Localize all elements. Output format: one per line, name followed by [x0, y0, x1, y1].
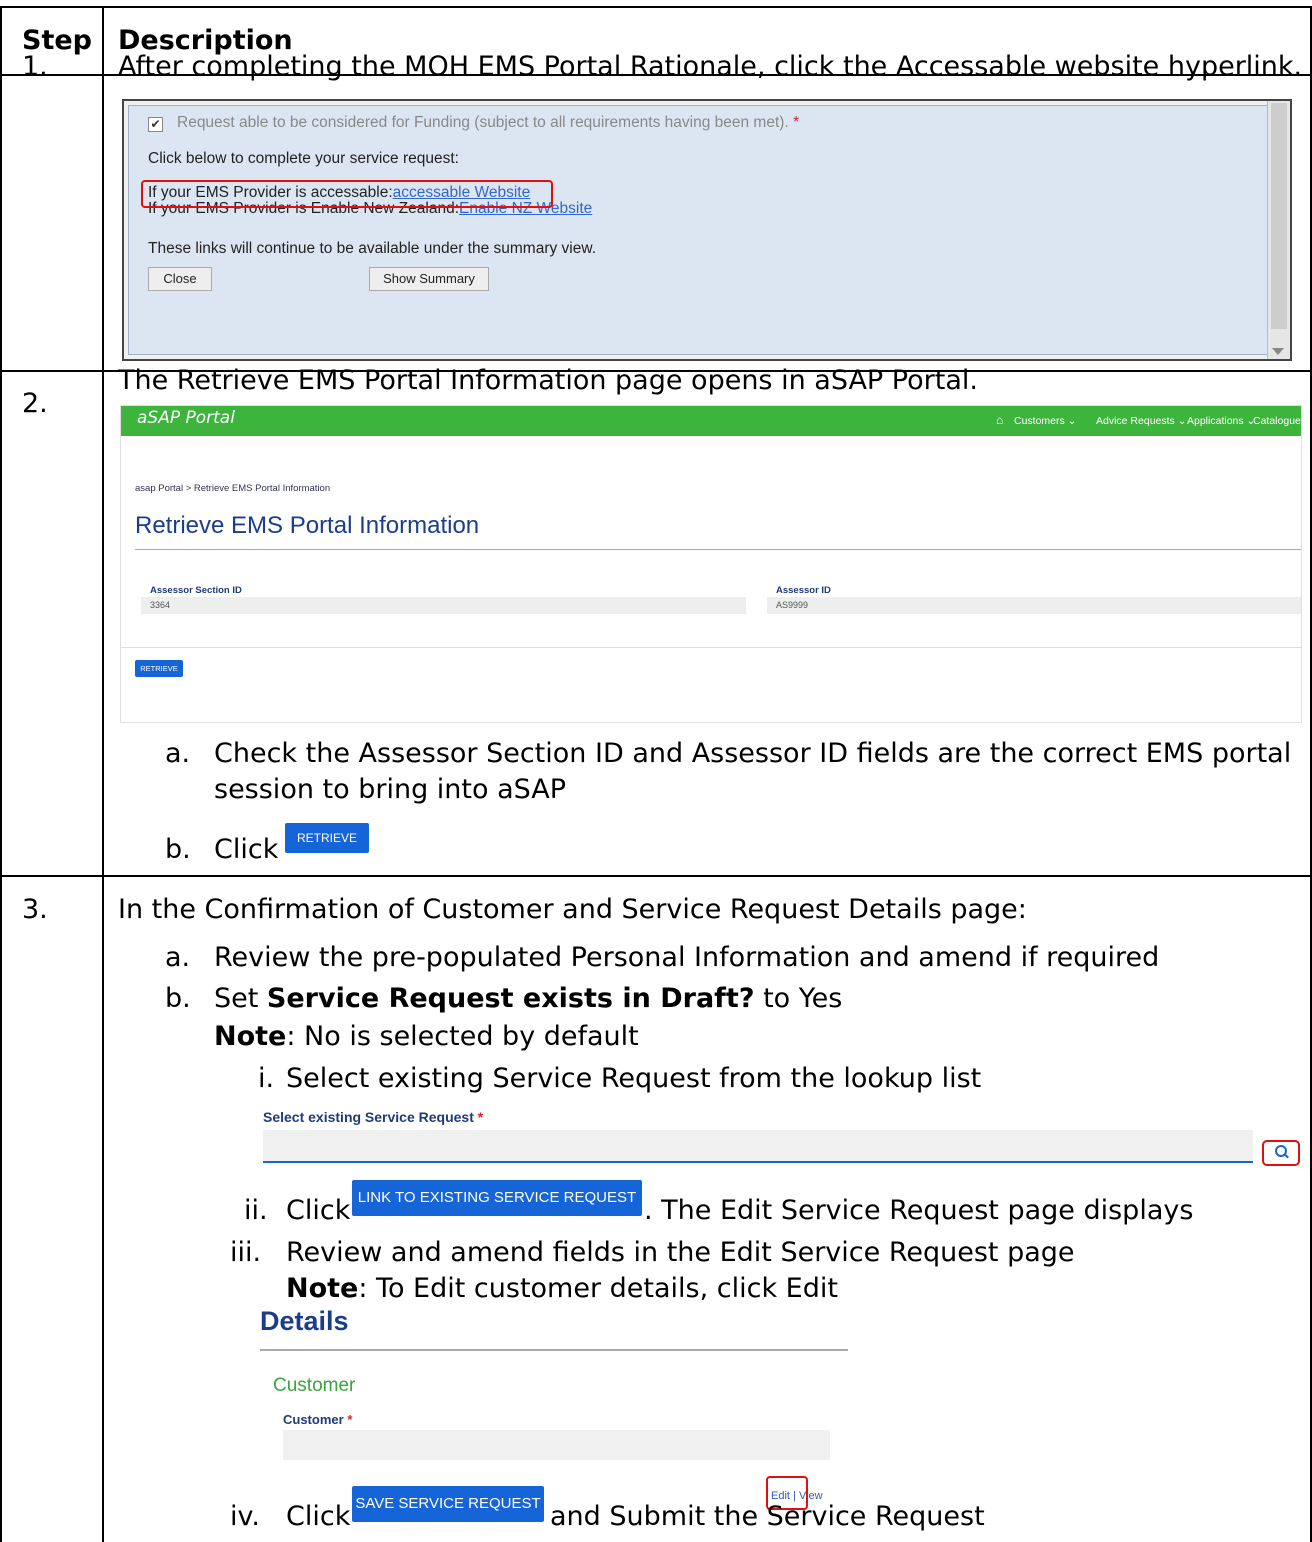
asap-brand[interactable]: aSAP Portal [137, 408, 235, 428]
step-3iv-text-pre: Click [286, 1501, 351, 1532]
scrollbar[interactable] [1267, 101, 1290, 359]
customer-field[interactable] [283, 1430, 830, 1460]
step-2b-marker: b. [165, 834, 191, 865]
step-3ii-text-pre: Click [286, 1195, 351, 1226]
retrieve-button[interactable]: RETRIEVE [135, 660, 183, 677]
step-2b-text: Click [214, 834, 279, 865]
assessor-id-label: Assessor ID [776, 585, 831, 596]
step-3b-marker: b. [165, 983, 191, 1014]
funding-text: Request able to be considered for Fundin… [177, 114, 800, 131]
table-border-row2 [0, 875, 1312, 877]
lookup-search-button[interactable] [1262, 1140, 1300, 1166]
nav-advice-requests[interactable]: Advice Requests ⌄ [1096, 415, 1187, 427]
details-title: Details [260, 1306, 349, 1336]
step-3b-note: Note: No is selected by default [214, 1021, 639, 1052]
step-2a-marker: a. [165, 738, 191, 769]
step-3iv-text-post: and Submit the Service Request [550, 1501, 985, 1532]
asap-navbar: aSAP Portal ⌂ Customers ⌄ Advice Request… [121, 406, 1301, 436]
step-3a-text: Review the pre-populated Personal Inform… [214, 942, 1160, 973]
customer-label: Customer * [283, 1412, 353, 1427]
customer-section-heading: Customer [273, 1375, 356, 1396]
home-icon[interactable]: ⌂ [996, 413, 1003, 427]
step-3b-text: Set Service Request exists in Draft? to … [214, 983, 843, 1014]
search-icon-handle [1284, 1153, 1289, 1159]
step-2a-text-cont: session to bring into aSAP [214, 774, 567, 805]
scroll-down-arrow-icon[interactable] [1272, 348, 1284, 355]
save-sr-button[interactable]: SAVE SERVICE REQUEST [352, 1486, 544, 1522]
step-1-number: 1. [22, 51, 48, 82]
click-below-text: Click below to complete your service req… [148, 150, 459, 167]
step-3i-text: Select existing Service Request from the… [286, 1063, 982, 1094]
rationale-panel: ✔ Request able to be considered for Fund… [128, 105, 1268, 355]
assessor-id-field[interactable]: AS9999 [767, 597, 1301, 614]
show-summary-button[interactable]: Show Summary [369, 267, 489, 291]
table-border-middle [102, 6, 104, 1542]
page-title: Retrieve EMS Portal Information [135, 512, 480, 539]
step-3ii-text-post: . The Edit Service Request page displays [644, 1195, 1194, 1226]
step-3-number: 3. [22, 894, 48, 925]
highlight-accessable-link [141, 180, 553, 208]
step-3a-marker: a. [165, 942, 191, 973]
link-existing-sr-button[interactable]: LINK TO EXISTING SERVICE REQUEST [352, 1180, 642, 1216]
breadcrumb[interactable]: asap Portal > Retrieve EMS Portal Inform… [135, 483, 330, 494]
select-sr-input[interactable] [263, 1130, 1253, 1163]
step-3-intro: In the Confirmation of Customer and Serv… [118, 894, 1027, 925]
inline-retrieve-button[interactable]: RETRIEVE [285, 823, 369, 853]
assessor-section-id-field[interactable]: 3364 [141, 597, 746, 614]
form-divider [121, 647, 1301, 648]
step-3iii-note: Note: To Edit customer details, click Ed… [286, 1273, 838, 1304]
title-divider [135, 549, 1301, 550]
step-3iv-marker: iv. [230, 1501, 260, 1532]
funding-checkbox[interactable]: ✔ [148, 117, 163, 132]
step-2-text: The Retrieve EMS Portal Information page… [118, 365, 978, 396]
step-2-number: 2. [22, 388, 48, 419]
scrollbar-thumb[interactable] [1271, 103, 1287, 329]
details-divider [260, 1349, 848, 1351]
ems-rationale-screenshot: ✔ Request able to be considered for Fund… [122, 99, 1292, 361]
step-3i-marker: i. [258, 1063, 275, 1094]
table-border-left [0, 6, 2, 1542]
step-1-text: After completing the MOH EMS Portal Rati… [118, 51, 1303, 82]
step-3iii-text: Review and amend fields in the Edit Serv… [286, 1237, 1075, 1268]
step-2a-text: Check the Assessor Section ID and Assess… [214, 738, 1292, 769]
table-border-top [0, 6, 1312, 8]
select-sr-label: Select existing Service Request * [263, 1109, 484, 1125]
step-3ii-marker: ii. [244, 1195, 268, 1226]
service-request-draft-label: Service Request exists in Draft? [266, 983, 755, 1014]
close-button[interactable]: Close [148, 267, 212, 291]
nav-customers[interactable]: Customers ⌄ [1014, 415, 1076, 427]
links-note: These links will continue to be availabl… [148, 240, 597, 257]
retrieve-ems-screenshot: aSAP Portal ⌂ Customers ⌄ Advice Request… [120, 405, 1302, 723]
nav-applications[interactable]: Applications ⌄ [1187, 415, 1255, 427]
assessor-section-id-label: Assessor Section ID [150, 585, 242, 596]
nav-catalogue[interactable]: Catalogue ⌄ [1253, 415, 1301, 427]
step-3iii-marker: iii. [230, 1237, 262, 1268]
required-mark: * [793, 114, 800, 131]
